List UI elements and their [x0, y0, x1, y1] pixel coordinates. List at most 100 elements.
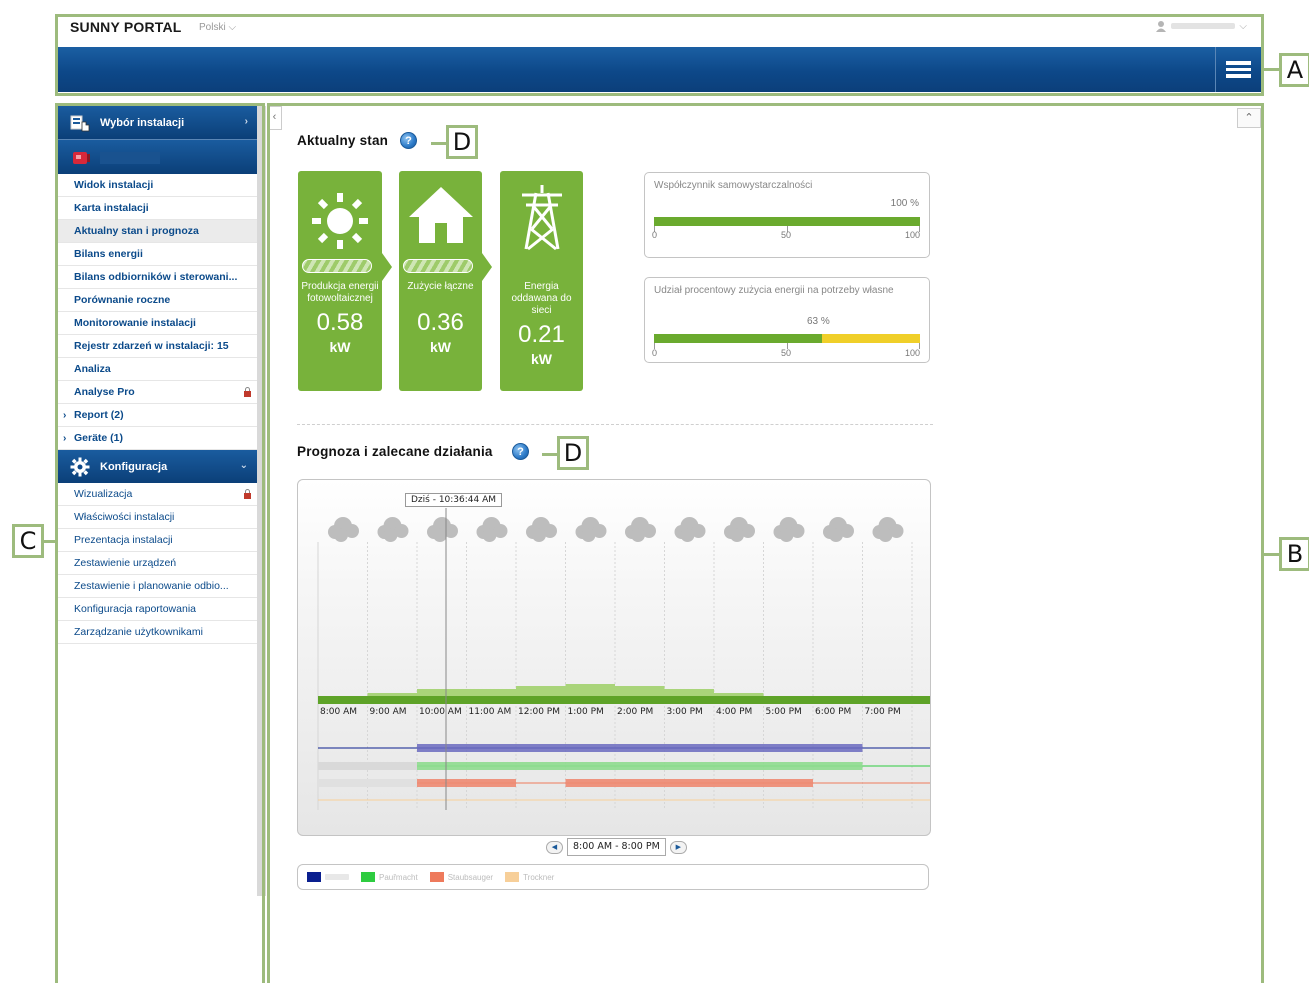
hour-label: 2:00 PM [617, 707, 653, 717]
gauge-tick-label: 50 [781, 348, 792, 358]
pv-baseline [318, 696, 930, 704]
sidebar-item-plant-card[interactable]: Karta instalacji [58, 197, 257, 220]
next-range-button[interactable]: ▶ [669, 840, 687, 854]
help-icon[interactable]: ? [400, 132, 417, 149]
sidebar-item-current-status[interactable]: Aktualny stan i prognoza [58, 220, 257, 243]
sidebar-item-label: Bilans odbiorników i sterowani... [74, 271, 238, 283]
cloud-icon [575, 517, 607, 542]
tile-grid-feed-in: Energia oddawana do sieci 0.21 kW [500, 171, 583, 391]
tile-label: Produkcja energii fotowoltaicznej [301, 281, 379, 304]
callout-d: D [557, 436, 589, 470]
flow-bar [403, 259, 473, 273]
sidebar-item-plant-properties[interactable]: Właściwości instalacji [58, 506, 257, 529]
sidebar-item-annual-comparison[interactable]: Porównanie roczne [58, 289, 257, 312]
sidebar-item-label: Zestawienie i planowanie odbio... [74, 580, 229, 592]
sidebar-item-load-balance[interactable]: Bilans odbiorników i sterowani... [58, 266, 257, 289]
tile-value: 0.21 [518, 321, 565, 348]
sidebar-item-label: Analyse Pro [74, 386, 135, 398]
chevron-right-icon: › [63, 432, 67, 444]
sidebar-item-energy-balance[interactable]: Bilans energii [58, 243, 257, 266]
lock-icon [244, 489, 251, 499]
sidebar-item-label: Porównanie roczne [74, 294, 171, 306]
sidebar-scrollbar[interactable] [257, 106, 266, 896]
plant-selection-header[interactable]: Wybór instalacji › [58, 106, 257, 139]
cloud-icon [328, 517, 359, 542]
legend-swatch [505, 872, 520, 882]
gauge-title: Udział procentowy zużycia energii na pot… [654, 285, 894, 296]
menu-line [1225, 67, 1251, 72]
cloud-icon [476, 517, 508, 542]
hour-label: 9:00 AM [370, 707, 407, 717]
collapse-sidebar-button[interactable]: ‹ [268, 106, 282, 130]
chevron-down-icon: ⌄ [239, 460, 248, 471]
pv-forecast-bar [466, 689, 516, 696]
gauge-tick-label: 0 [652, 348, 658, 358]
sidebar-item-devices[interactable]: › Geräte (1) [58, 427, 257, 450]
header-blue-bar [58, 47, 1261, 92]
sidebar-item-label: Rejestr zdarzeń w instalacji: 15 [74, 340, 229, 352]
hour-label: 7:00 PM [865, 707, 901, 717]
legend-item: Staubsauger [429, 872, 493, 882]
sidebar-item-event-log[interactable]: Rejestr zdarzeń w instalacji: 15 [58, 335, 257, 358]
gauge-tick-label: 0 [652, 230, 658, 240]
sidebar-item-device-overview[interactable]: Zestawienie urządzeń [58, 552, 257, 575]
cloud-icon [427, 517, 458, 542]
cloud-icon [823, 517, 854, 542]
scroll-up-button[interactable]: ⌃ [1237, 108, 1261, 128]
gauge-track [654, 217, 920, 226]
chevron-right-icon: › [63, 409, 67, 421]
legend-swatch [361, 872, 375, 882]
sidebar-item-label: Prezentacja instalacji [74, 534, 173, 546]
sidebar-item-analyse-pro[interactable]: Analyse Pro [58, 381, 257, 404]
language-selector[interactable]: Polski ⌵ [199, 22, 236, 33]
pv-forecast-bar [417, 689, 467, 696]
sidebar-item-label: Widok instalacji [74, 179, 154, 191]
header-top-bar: SUNNY PORTAL Polski ⌵ ⌵ [58, 16, 1261, 46]
callout-line [542, 453, 558, 456]
gauge-fill-green [654, 334, 822, 343]
hour-label: 6:00 PM [815, 707, 851, 717]
gauge-track [654, 334, 920, 343]
unavailable-time-bar [318, 762, 417, 770]
recommended-time-bar [565, 779, 813, 787]
sidebar-item-label: Karta instalacji [74, 202, 149, 214]
plant-selection-icon [70, 115, 90, 132]
sidebar-item-visualization[interactable]: Wizualizacja [58, 483, 257, 506]
sidebar-item-load-planning[interactable]: Zestawienie i planowanie odbio... [58, 575, 257, 598]
legend-item: Pauřmacht [361, 872, 418, 882]
sidebar-item-plant-monitoring[interactable]: Monitorowanie instalacji [58, 312, 257, 335]
list-menu-icon[interactable] [1215, 47, 1261, 92]
sidebar-item-plant-overview[interactable]: Widok instalacji [58, 174, 257, 197]
hour-label: 1:00 PM [568, 707, 604, 717]
sidebar-item-user-management[interactable]: Zarządzanie użytkownikami [58, 621, 257, 644]
configuration-header[interactable]: Konfiguracja ⌄ [58, 450, 257, 483]
sidebar-item-label: Monitorowanie instalacji [74, 317, 196, 329]
cloud-icon [526, 517, 557, 542]
plant-name-header[interactable] [58, 139, 257, 174]
brand-logo[interactable]: SUNNY PORTAL [70, 19, 182, 35]
gauge-tick-label: 50 [781, 230, 792, 240]
cloud-icon [724, 517, 755, 542]
forecast-chart-svg: 8:00 AM 9:00 AM 10:00 AM 11:00 AM 12:00 PM 1:… [317, 508, 930, 810]
flow-bar [302, 259, 372, 273]
pv-forecast-bar [615, 686, 665, 696]
sidebar-item-label: Report (2) [74, 409, 124, 421]
pv-forecast-bar [714, 693, 764, 696]
sidebar-item-analysis[interactable]: Analiza [58, 358, 257, 381]
gauge-self-sufficiency: Współczynnik samowystarczalności 100 % 0… [644, 172, 930, 258]
hour-label: 3:00 PM [667, 707, 703, 717]
help-icon[interactable]: ? [512, 443, 529, 460]
sidebar-item-report-config[interactable]: Konfiguracja raportowania [58, 598, 257, 621]
previous-range-button[interactable]: ◀ [546, 840, 563, 854]
sidebar: Wybór instalacji › Widok instalacji Kart… [58, 106, 257, 983]
legend-label: Pauřmacht [379, 872, 418, 882]
sidebar-item-report[interactable]: › Report (2) [58, 404, 257, 427]
hour-label: 4:00 PM [716, 707, 752, 717]
menu-line [1225, 74, 1251, 78]
sidebar-item-plant-presentation[interactable]: Prezentacja instalacji [58, 529, 257, 552]
recommended-time-bar [417, 744, 863, 752]
plant-selection-label: Wybór instalacji [100, 116, 185, 129]
tile-unit: kW [430, 339, 451, 355]
current-time-label: Dziś - 10:36:44 AM [405, 493, 503, 507]
user-menu[interactable]: ⌵ [1155, 20, 1247, 32]
